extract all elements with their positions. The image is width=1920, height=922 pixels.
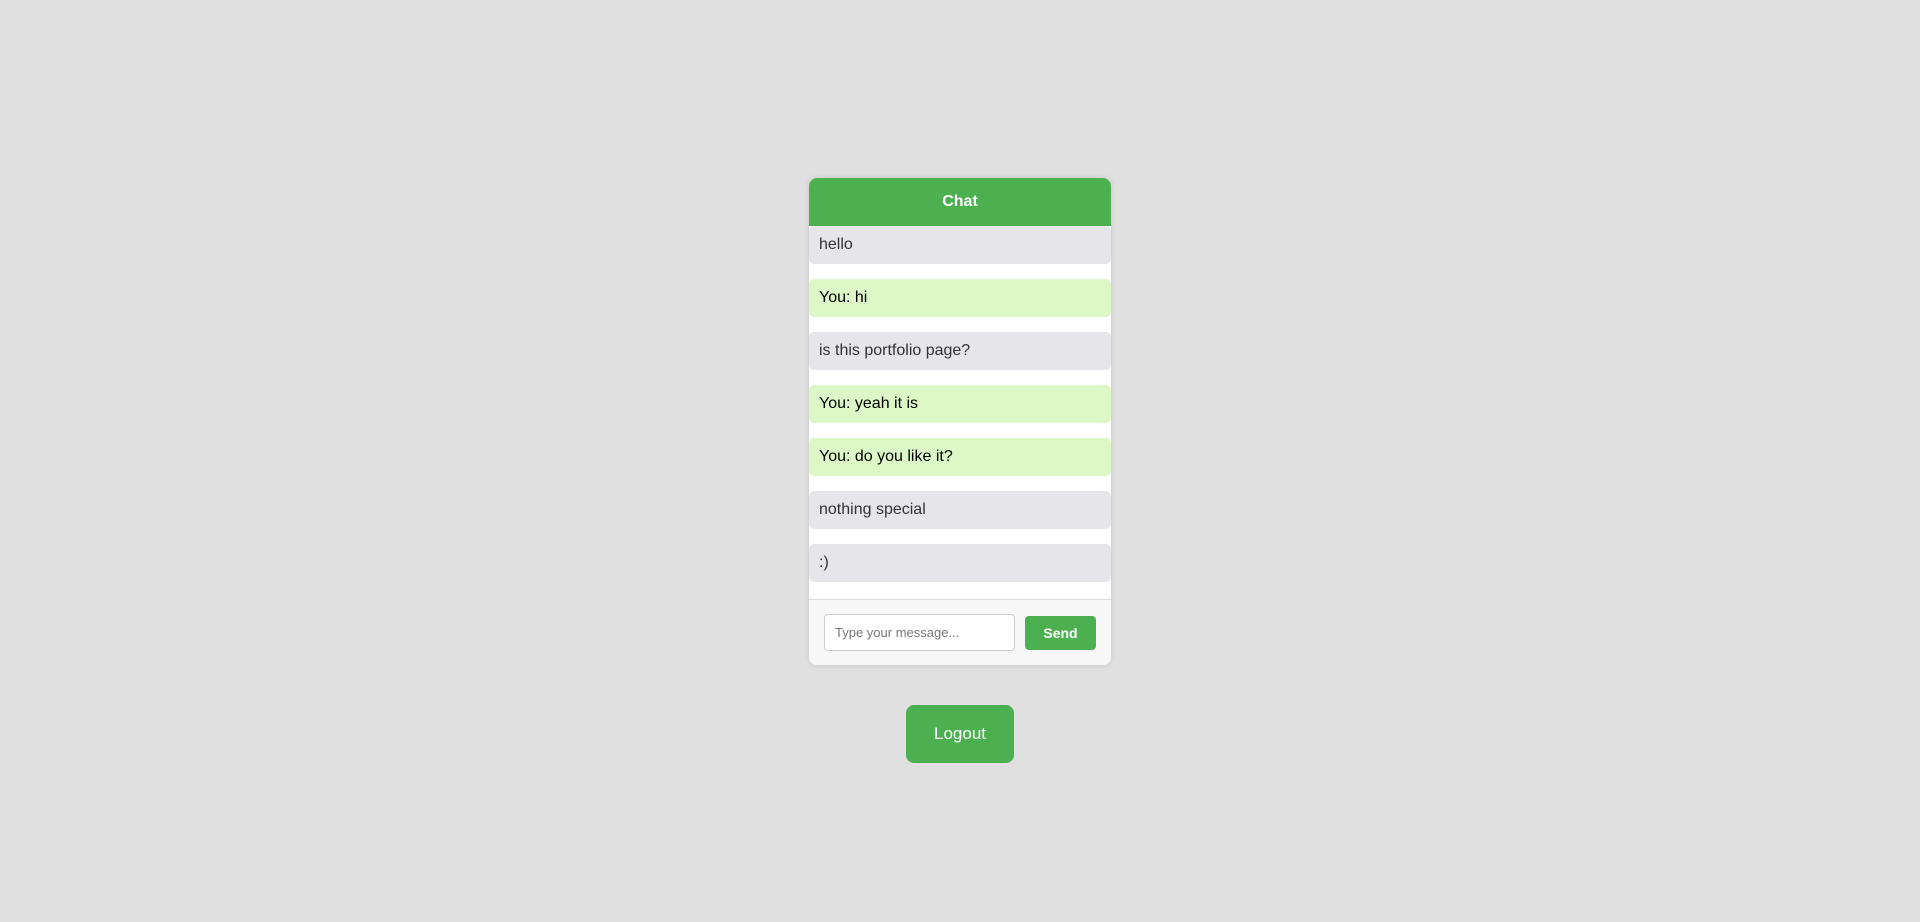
message-received: nothing special xyxy=(809,491,1111,529)
chat-window: Chat hello You: hi is this portfolio pag… xyxy=(809,178,1111,665)
send-button[interactable]: Send xyxy=(1025,615,1096,650)
message-sent: You: do you like it? xyxy=(809,438,1111,476)
message-sent: You: hi xyxy=(809,279,1111,317)
message-sent: You: yeah it is xyxy=(809,385,1111,423)
logout-button[interactable]: Logout xyxy=(906,705,1014,763)
message-received: :) xyxy=(809,544,1111,582)
message-received: is this portfolio page? xyxy=(809,332,1111,370)
message-composer: Send xyxy=(809,599,1111,665)
message-input[interactable] xyxy=(824,614,1015,651)
message-received: hello xyxy=(809,226,1111,264)
message-list[interactable]: hello You: hi is this portfolio page? Yo… xyxy=(809,226,1111,599)
chat-title: Chat xyxy=(809,178,1111,226)
